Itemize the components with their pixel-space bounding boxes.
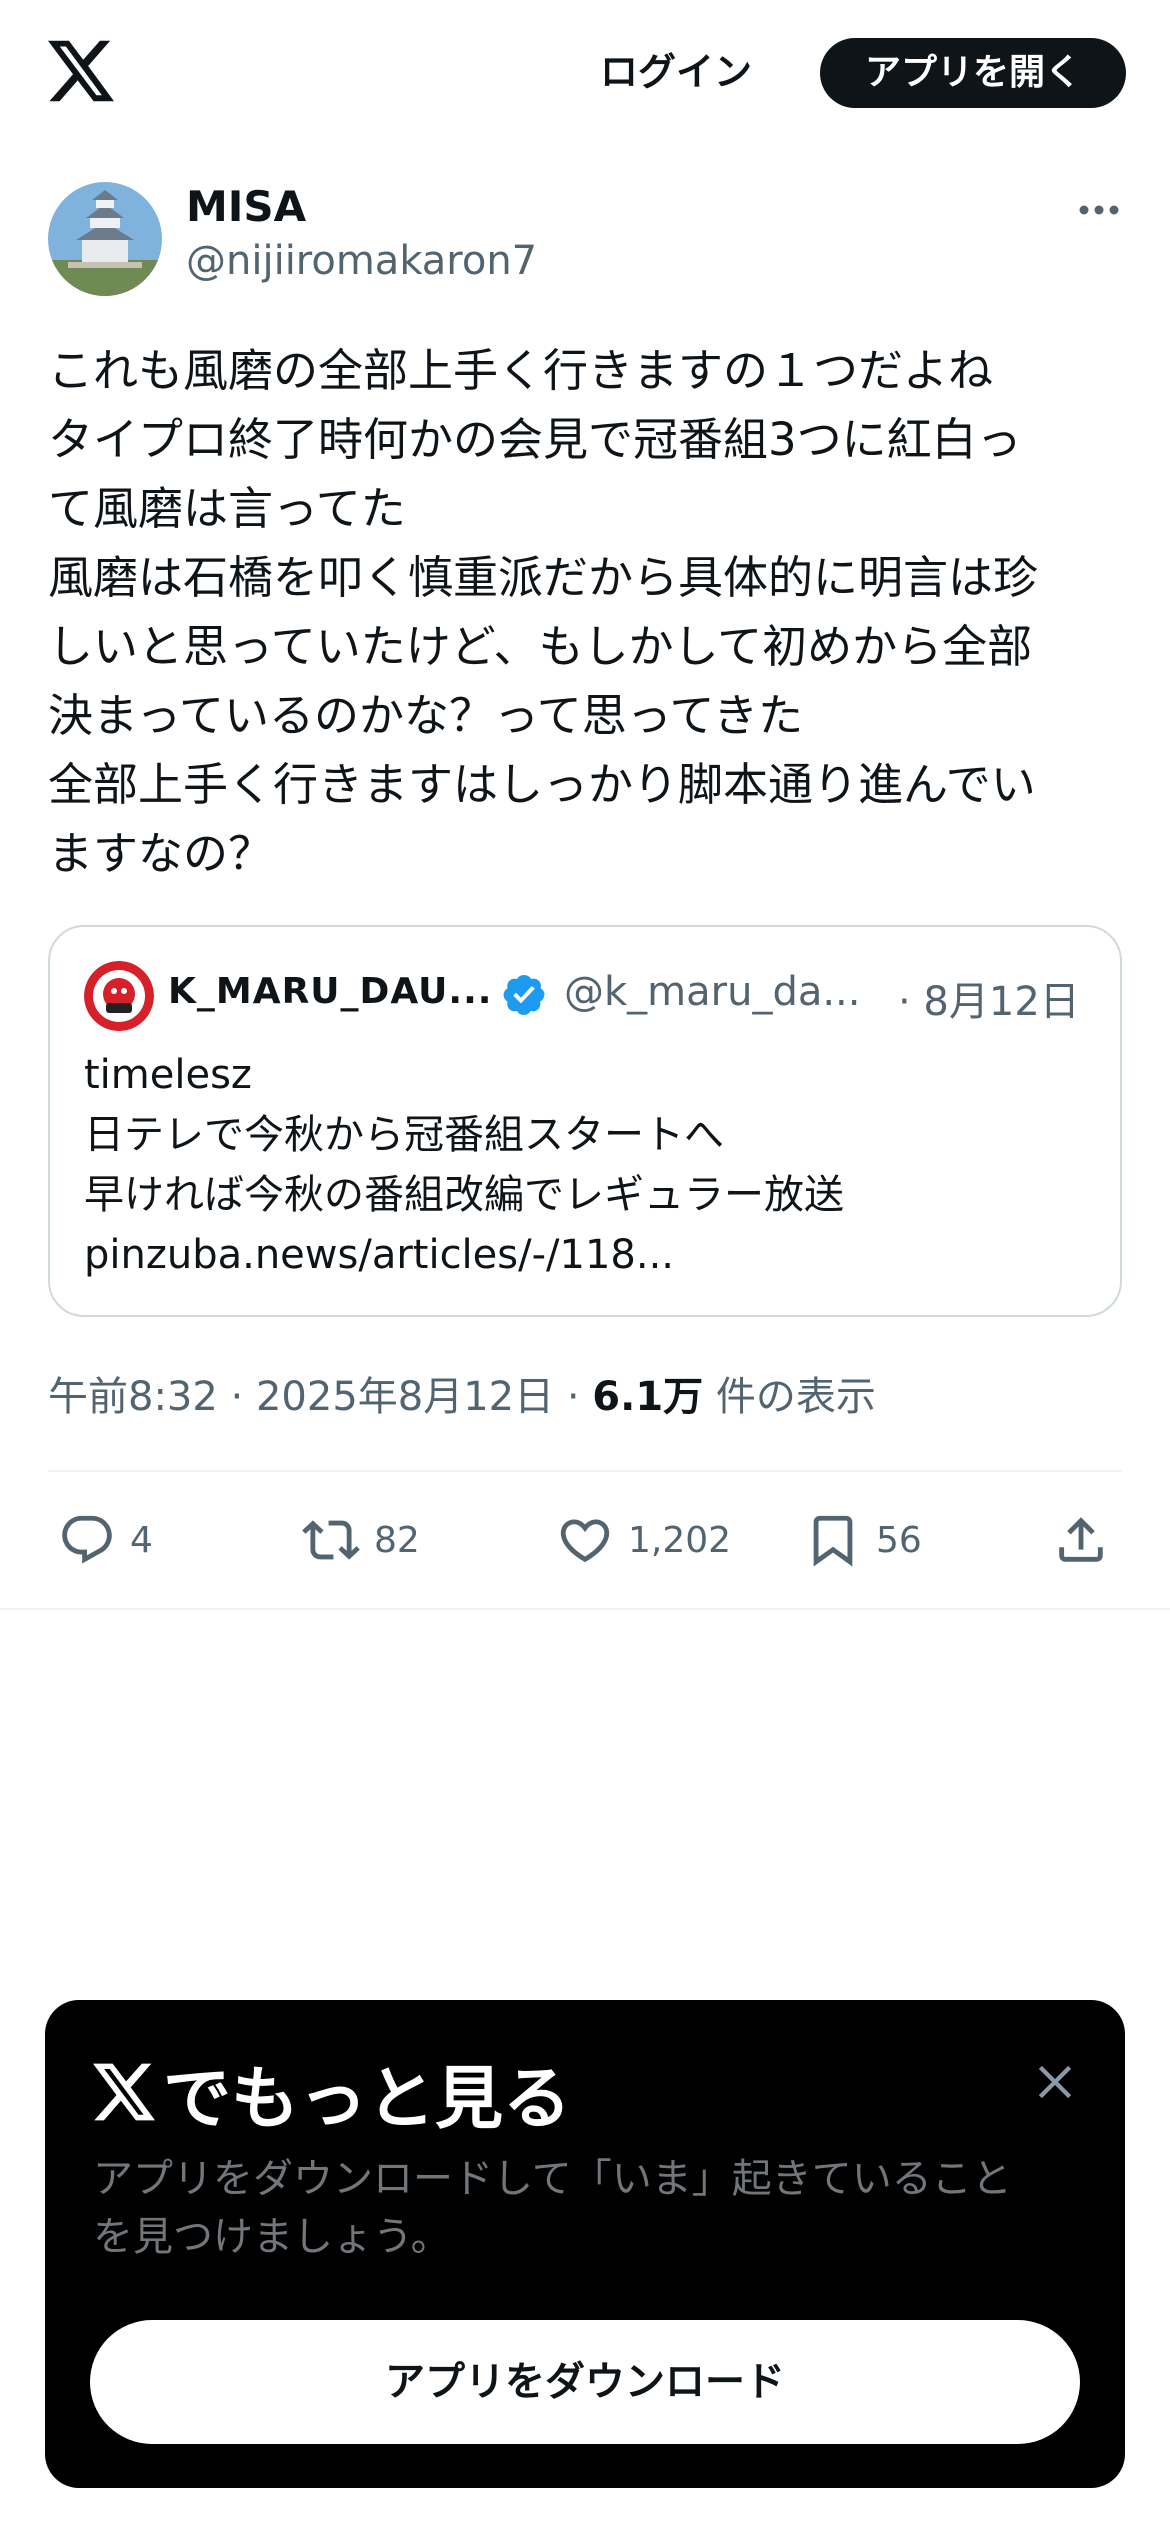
quoted-link[interactable]: pinzuba.news/articles/-/118... [84, 1225, 1084, 1285]
tweet-page: ログイン アプリを開く MISA @nijiiromakaron7 これも風磨の… [0, 0, 1170, 2532]
divider [48, 1470, 1122, 1472]
bookmark-icon [813, 1515, 853, 1567]
quoted-author-name: K_MARU_DAU... [168, 971, 493, 1012]
quoted-line: 早ければ今秋の番組改編でレギュラー放送 [84, 1172, 844, 1218]
share-icon [1059, 1517, 1103, 1562]
retweet-count: 82 [374, 1519, 420, 1561]
x-logo-icon [93, 2063, 155, 2121]
quoted-line: 日テレで今秋から冠番組スタートへ [84, 1112, 724, 1158]
heart-icon [560, 1519, 610, 1563]
tweet-meta: 午前8:32 · 2025年8月12日 · 6.1万 件の表示 [48, 1364, 876, 1422]
meta-separator: · [217, 1374, 256, 1420]
author-handle[interactable]: @nijiiromakaron7 [186, 238, 537, 284]
like-count: 1,202 [628, 1519, 732, 1561]
quoted-tweet-card[interactable]: K_MARU_DAU... @k_maru_da... · 8月12日 time… [48, 925, 1122, 1317]
download-app-button[interactable]: アプリをダウンロード [90, 2320, 1080, 2444]
quoted-date: · 8月12日 [898, 979, 1080, 1025]
tweet-text: これも風磨の全部上手く行きますの１つだよね タイプロ終了時何かの会見で冠番組3つ… [48, 344, 1039, 880]
tweet-date[interactable]: 2025年8月12日 [256, 1374, 554, 1420]
open-app-button[interactable]: アプリを開く [820, 38, 1126, 108]
tweet-time[interactable]: 午前8:32 [48, 1374, 218, 1420]
login-link[interactable]: ログイン [600, 44, 752, 100]
share-button[interactable] [1052, 1505, 1110, 1575]
quoted-avatar [84, 961, 154, 1031]
top-bar: ログイン アプリを開く [0, 0, 1170, 150]
promo-title: でもっと見る [93, 2042, 571, 2142]
close-icon[interactable] [1029, 2056, 1081, 2108]
author-name[interactable]: MISA [186, 182, 306, 231]
verified-badge-icon [503, 975, 545, 1015]
view-count-suffix: 件の表示 [703, 1374, 876, 1420]
promo-title-text: でもっと見る [163, 2059, 572, 2139]
quoted-text: timelesz 日テレで今秋から冠番組スタートへ 早ければ今秋の番組改編でレギ… [84, 1045, 1084, 1285]
retweet-button[interactable]: 82 [302, 1505, 420, 1575]
like-button[interactable]: 1,202 [556, 1505, 731, 1575]
retweet-icon [302, 1520, 360, 1560]
reply-icon [62, 1515, 112, 1564]
reply-count: 4 [130, 1519, 153, 1561]
promo-subtitle: アプリをダウンロードして「いま」起きていること を見つけましょう。 [93, 2156, 1012, 2260]
more-options-icon[interactable] [1074, 190, 1124, 230]
divider [0, 1608, 1170, 1610]
reply-button[interactable]: 4 [58, 1505, 153, 1575]
quoted-author-handle: @k_maru_da... [564, 969, 861, 1015]
avatar[interactable] [48, 182, 162, 296]
app-promo-banner: でもっと見る アプリをダウンロードして「いま」起きていること を見つけましょう。… [45, 2000, 1125, 2488]
bookmark-count: 56 [876, 1519, 922, 1561]
view-count: 6.1万 [592, 1374, 704, 1420]
castle-photo [48, 182, 162, 296]
meta-separator: · [554, 1374, 593, 1420]
tweet-actions: 4 82 1,202 56 [0, 1505, 1170, 1575]
quoted-line: timelesz [84, 1052, 252, 1098]
bookmark-button[interactable]: 56 [804, 1505, 922, 1575]
x-logo-icon[interactable] [48, 40, 114, 102]
